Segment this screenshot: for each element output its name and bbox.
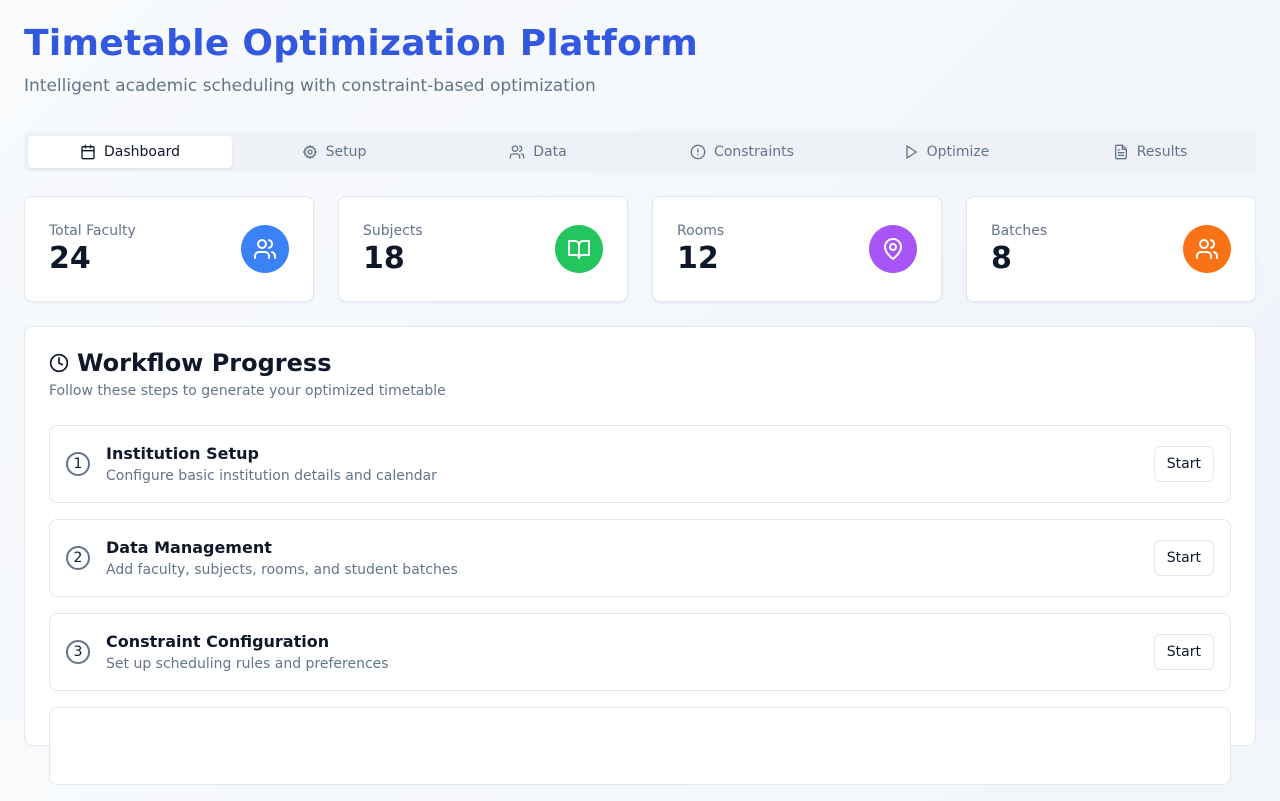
stat-card-rooms: Rooms 12 [652, 196, 942, 302]
step-title: Data Management [106, 538, 272, 557]
map-pin-icon [884, 238, 902, 260]
page-subtitle: Intelligent academic scheduling with con… [24, 76, 596, 96]
tab-setup[interactable]: Setup [232, 136, 436, 168]
stat-card-batches: Batches 8 [966, 196, 1256, 302]
page-header: Timetable Optimization Platform Intellig… [24, 22, 698, 97]
workflow-title: Workflow Progress [77, 349, 332, 377]
workflow-card: Workflow Progress Follow these steps to … [24, 326, 1256, 785]
rooms-stat-icon-badge [869, 225, 917, 273]
main-tabs: Dashboard Setup Data Constraints Optimiz… [24, 132, 1256, 172]
calendar-icon [81, 144, 95, 160]
document-icon [1114, 144, 1127, 160]
stat-card-faculty: Total Faculty 24 [24, 196, 314, 302]
users-icon [509, 145, 525, 159]
tab-label: Dashboard [104, 144, 180, 160]
step-description: Set up scheduling rules and preferences [106, 656, 389, 672]
workflow-step: 3 Constraint Configuration Set up schedu… [49, 613, 1231, 691]
step-title: Constraint Configuration [106, 632, 330, 651]
alert-circle-icon [690, 144, 706, 160]
stat-value: 8 [991, 241, 1012, 276]
start-institution-setup-button[interactable]: Start [1153, 446, 1214, 482]
stat-value: 12 [677, 241, 719, 276]
workflow-step: 2 Data Management Add faculty, subjects,… [49, 519, 1231, 597]
stat-label: Total Faculty [49, 223, 136, 239]
subjects-stat-icon-badge [555, 225, 603, 273]
step-title: Institution Setup [106, 444, 259, 463]
stat-card-subjects: Subjects 18 [338, 196, 628, 302]
stat-label: Batches [991, 223, 1048, 239]
workflow-header: Workflow Progress [49, 349, 331, 377]
tab-constraints[interactable]: Constraints [640, 136, 844, 168]
stat-label: Subjects [363, 223, 423, 239]
tab-label: Constraints [714, 144, 794, 160]
faculty-stat-icon-badge [241, 225, 289, 273]
step-description: Configure basic institution details and … [106, 468, 437, 484]
tab-label: Results [1136, 144, 1188, 160]
tab-label: Optimize [926, 144, 990, 160]
step-number: 1 [66, 452, 90, 476]
start-constraint-configuration-button[interactable]: Start [1153, 634, 1214, 670]
play-icon [905, 145, 917, 159]
step-number: 3 [66, 640, 90, 664]
tab-data[interactable]: Data [436, 136, 640, 168]
tab-results[interactable]: Results [1048, 136, 1252, 168]
stat-value: 24 [49, 241, 91, 276]
workflow-description: Follow these steps to generate your opti… [49, 383, 446, 399]
users-icon [254, 239, 277, 259]
workflow-step-partial [49, 707, 1231, 785]
tab-optimize[interactable]: Optimize [844, 136, 1048, 168]
start-data-management-button[interactable]: Start [1153, 540, 1214, 576]
page-title: Timetable Optimization Platform [24, 23, 699, 64]
tab-label: Data [533, 144, 567, 160]
stat-value: 18 [363, 241, 405, 276]
stats-row: Total Faculty 24 Subjects 18 Rooms 12 Ba… [24, 196, 1256, 302]
users-icon [1196, 239, 1219, 259]
step-number: 2 [66, 546, 90, 570]
clock-icon [49, 353, 69, 373]
workflow-steps: 1 Institution Setup Configure basic inst… [49, 425, 1231, 801]
stat-label: Rooms [677, 223, 725, 239]
gear-icon [302, 145, 317, 159]
workflow-step: 1 Institution Setup Configure basic inst… [49, 425, 1231, 503]
step-description: Add faculty, subjects, rooms, and studen… [106, 562, 458, 578]
tab-label: Setup [325, 144, 367, 160]
batches-stat-icon-badge [1183, 225, 1231, 273]
tab-dashboard[interactable]: Dashboard [28, 136, 232, 168]
book-open-icon [568, 240, 590, 259]
